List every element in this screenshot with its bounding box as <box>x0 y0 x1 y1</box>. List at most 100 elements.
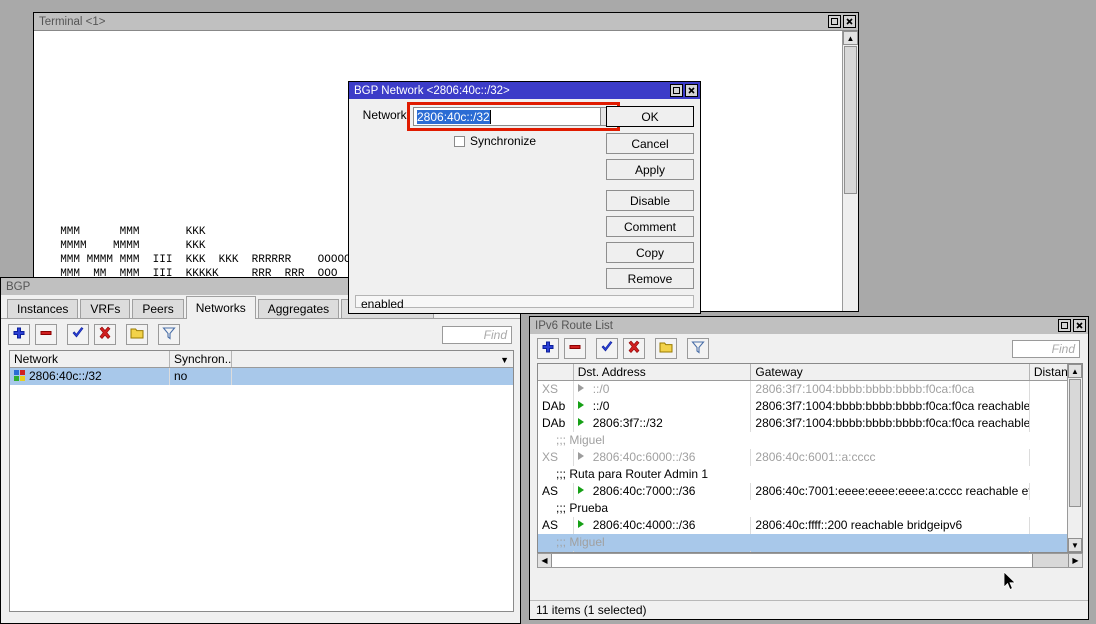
disable-button[interactable]: Disable <box>606 190 694 211</box>
scroll-left-icon[interactable]: ◀ <box>538 554 552 567</box>
comment-row[interactable]: ;;; Ruta para Router Admin 1 <box>538 466 1082 483</box>
bgp-add-button[interactable] <box>8 324 30 345</box>
bgp-networks-grid[interactable]: Network Synchron... ▼ 2806:40c::/32 no <box>9 350 514 612</box>
scroll-right-icon[interactable]: ▶ <box>1068 554 1082 567</box>
table-row[interactable]: XS::/02806:3f7:1004:bbbb:bbbb:bbbb:f0ca:… <box>538 381 1082 398</box>
close-icon[interactable] <box>843 15 856 28</box>
cell-dst-address: 2806:3f7::/32 <box>574 415 752 432</box>
bgp-find-input[interactable]: Find <box>442 326 512 344</box>
cell-comment: ;;; Miguel <box>538 534 1082 551</box>
route-enable-button[interactable] <box>596 338 618 359</box>
cell-dst-address: 2806:40c:7000::/36 <box>574 483 752 500</box>
route-filter-button[interactable] <box>687 338 709 359</box>
tab-peers[interactable]: Peers <box>132 299 183 318</box>
check-icon <box>600 340 614 357</box>
note-icon <box>659 340 673 357</box>
column-header-dst-address[interactable]: Dst. Address <box>574 364 752 380</box>
column-header-flags[interactable] <box>538 364 574 380</box>
terminal-title-bar[interactable]: Terminal <1> <box>34 13 858 30</box>
hscroll-track[interactable] <box>552 554 1032 567</box>
cell-flags: DAb <box>538 398 574 415</box>
route-vertical-scrollbar[interactable]: ▲ ▼ <box>1067 364 1082 552</box>
route-rows-container[interactable]: XS::/02806:3f7:1004:bbbb:bbbb:bbbb:f0ca:… <box>538 381 1082 553</box>
route-active-arrow-icon <box>578 520 584 528</box>
table-row[interactable]: XS2806:40c:6000::/362806:40c:6001::a:ccc… <box>538 449 1082 466</box>
remove-button[interactable]: Remove <box>606 268 694 289</box>
tab-vrfs[interactable]: VRFs <box>80 299 130 318</box>
network-field-row: Network: <box>358 108 410 122</box>
bgp-disable-button[interactable] <box>94 324 116 345</box>
column-header-gateway[interactable]: Gateway <box>751 364 1029 380</box>
table-row[interactable]: AS2806:40c:4000::/362806:40c:ffff::200 r… <box>538 517 1082 534</box>
apply-button[interactable]: Apply <box>606 159 694 180</box>
bgp-remove-button[interactable] <box>35 324 57 345</box>
cell-dst-address-text: ::/0 <box>593 382 610 396</box>
column-header-synchronize[interactable]: Synchron... <box>170 351 232 367</box>
cancel-button[interactable]: Cancel <box>606 133 694 154</box>
table-row[interactable]: DAb2806:3f7::/322806:3f7:1004:bbbb:bbbb:… <box>538 415 1082 432</box>
comment-row[interactable]: ;;; Miguel <box>538 432 1082 449</box>
bgp-network-dialog[interactable]: BGP Network <2806:40c::/32> Network: 280… <box>348 81 701 314</box>
tab-instances[interactable]: Instances <box>7 299 78 318</box>
route-find-input[interactable]: Find <box>1012 340 1080 358</box>
ipv6-route-list-window[interactable]: IPv6 Route List Find Dst. Address Gatewa… <box>529 316 1089 620</box>
comment-row[interactable]: ;;; Miguel <box>538 534 1082 551</box>
ok-button[interactable]: OK <box>606 106 694 127</box>
cell-dst-address: 2806:40c:6000::/36 <box>574 449 752 466</box>
route-comment-button[interactable] <box>655 338 677 359</box>
cell-dst-address: ::/0 <box>574 381 752 398</box>
tab-networks[interactable]: Networks <box>186 296 256 319</box>
cell-flags: DAb <box>538 415 574 432</box>
synchronize-row[interactable]: Synchronize <box>454 134 536 148</box>
cell-flags: AS <box>538 517 574 534</box>
route-remove-button[interactable] <box>564 338 586 359</box>
bgp-window[interactable]: BGP InstancesVRFsPeersNetworksAggregates… <box>0 277 521 624</box>
route-add-button[interactable] <box>537 338 559 359</box>
bgp-enable-button[interactable] <box>67 324 89 345</box>
cell-synchronize: no <box>170 368 232 385</box>
copy-button[interactable]: Copy <box>606 242 694 263</box>
maximize-icon[interactable] <box>1058 319 1071 332</box>
maximize-icon[interactable] <box>670 84 683 97</box>
terminal-vertical-scrollbar[interactable]: ▲ <box>842 31 858 311</box>
comment-button[interactable]: Comment <box>606 216 694 237</box>
note-icon <box>130 326 144 343</box>
dialog-title: BGP Network <2806:40c::/32> <box>354 85 668 97</box>
hscroll-thumb-right[interactable] <box>1032 554 1068 567</box>
cell-dst-address: ::/0 <box>574 398 752 415</box>
cell-comment: ;;; Miguel <box>538 432 1082 449</box>
table-row[interactable]: AS2806:40c:7000::/362806:40c:7001:eeee:e… <box>538 483 1082 500</box>
scroll-down-icon[interactable]: ▼ <box>1068 538 1082 552</box>
synchronize-checkbox[interactable] <box>454 136 465 147</box>
route-active-arrow-icon <box>578 384 584 392</box>
route-horizontal-scrollbar[interactable]: ◀ ▶ <box>537 553 1083 568</box>
scrollbar-thumb[interactable] <box>844 46 857 194</box>
maximize-icon[interactable] <box>828 15 841 28</box>
dialog-title-bar[interactable]: BGP Network <2806:40c::/32> <box>349 82 700 99</box>
cell-dst-address: 2806:40c:4000::/36 <box>574 517 752 534</box>
cell-gateway: 2806:40c:6001::a:cccc <box>751 449 1029 466</box>
route-grid-header[interactable]: Dst. Address Gateway Distance ▼ <box>538 364 1082 381</box>
cell-dst-address-text: 2806:3f7::/32 <box>593 416 663 430</box>
bgp-toolbar[interactable]: Find <box>1 321 520 348</box>
route-grid[interactable]: Dst. Address Gateway Distance ▼ XS::/028… <box>537 363 1083 553</box>
route-list-toolbar[interactable]: Find <box>530 335 1088 362</box>
route-disable-button[interactable] <box>623 338 645 359</box>
bgp-grid-header[interactable]: Network Synchron... ▼ <box>10 351 513 368</box>
scroll-up-icon[interactable]: ▲ <box>1068 364 1082 378</box>
column-header-blank[interactable]: ▼ <box>232 351 513 367</box>
tab-aggregates[interactable]: Aggregates <box>258 299 339 318</box>
bgp-filter-button[interactable] <box>158 324 180 345</box>
bgp-comment-button[interactable] <box>126 324 148 345</box>
route-list-title-bar[interactable]: IPv6 Route List <box>530 317 1088 334</box>
table-row[interactable]: 2806:40c::/32 no <box>10 368 513 385</box>
column-header-network[interactable]: Network <box>10 351 170 367</box>
tab-label: VRFs <box>90 302 120 316</box>
close-icon[interactable] <box>1073 319 1086 332</box>
table-row[interactable]: DAb::/02806:3f7:1004:bbbb:bbbb:bbbb:f0ca… <box>538 398 1082 415</box>
comment-row[interactable]: ;;; Prueba <box>538 500 1082 517</box>
scroll-up-icon[interactable]: ▲ <box>843 31 858 45</box>
check-icon <box>71 326 85 343</box>
close-icon[interactable] <box>685 84 698 97</box>
scrollbar-thumb[interactable] <box>1069 379 1081 507</box>
